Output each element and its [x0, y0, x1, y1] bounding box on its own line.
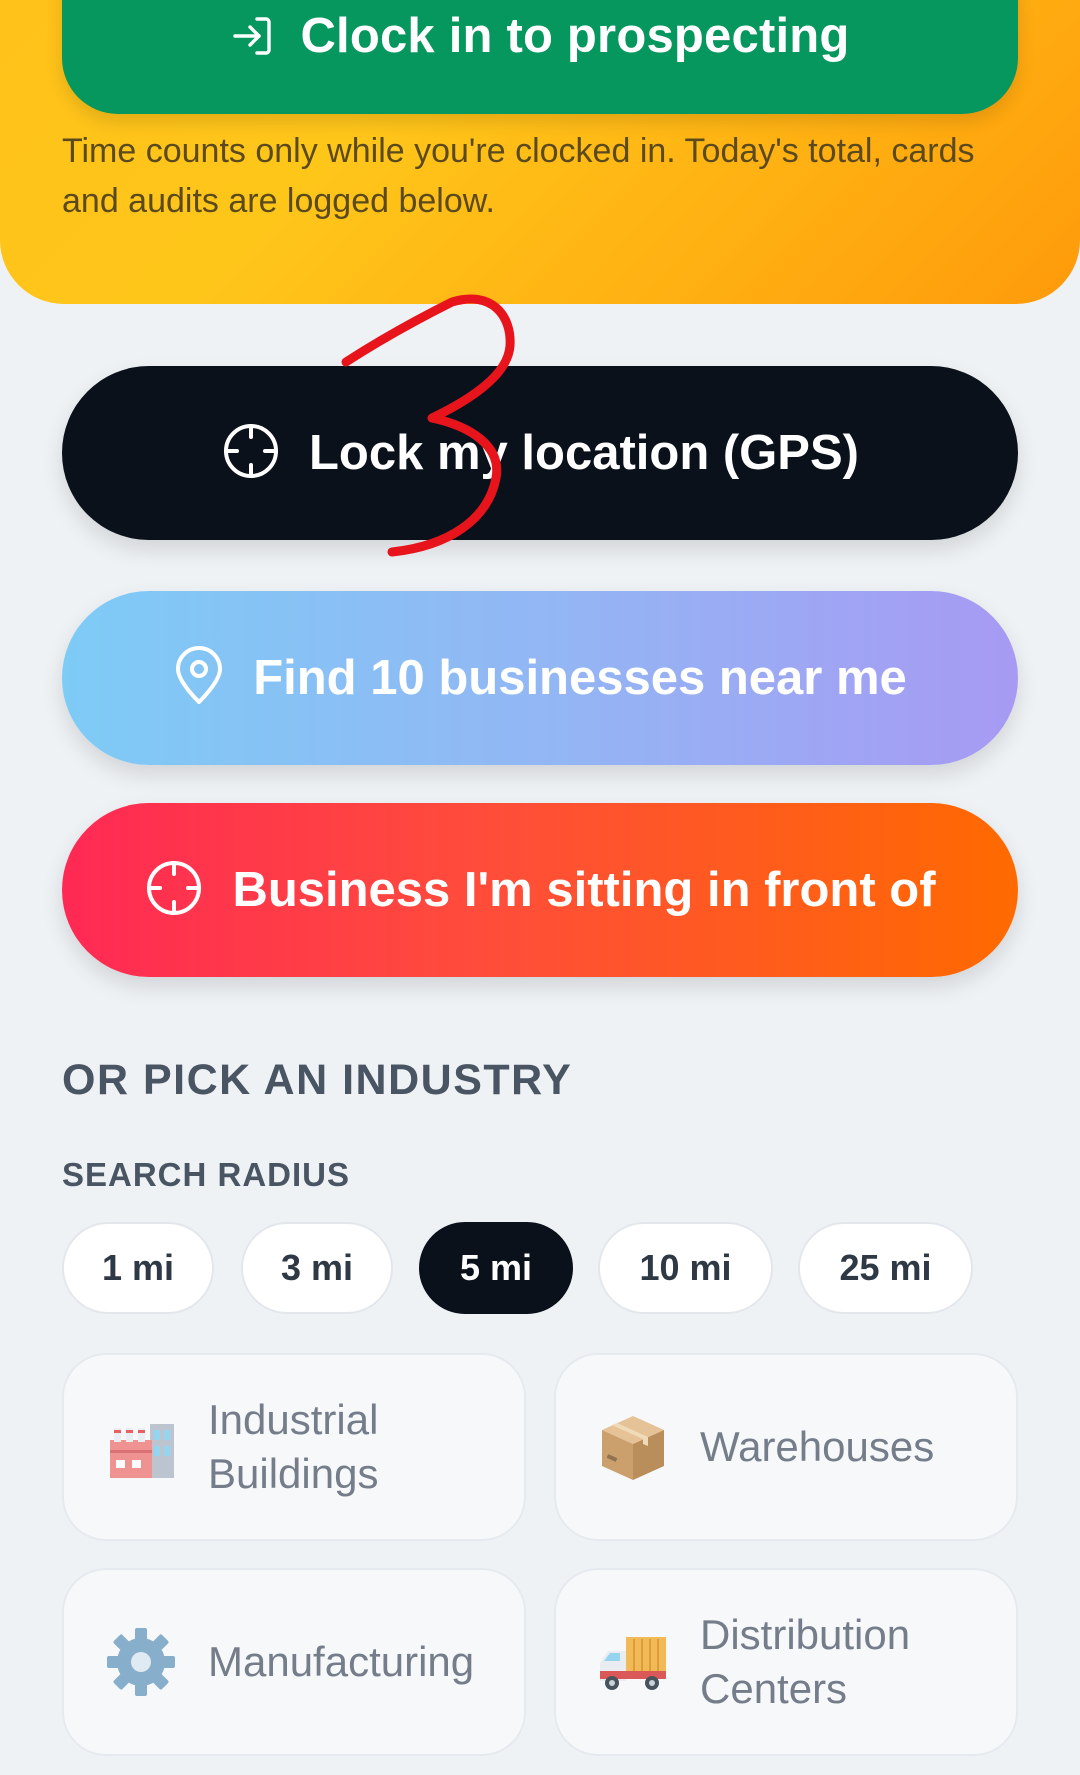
- radius-chip-1mi[interactable]: 1 mi: [62, 1222, 214, 1314]
- radius-chip-10mi[interactable]: 10 mi: [598, 1222, 773, 1314]
- find-nearby-label: Find 10 businesses near me: [253, 651, 907, 705]
- lock-location-button[interactable]: Lock my location (GPS): [62, 366, 1018, 540]
- delivery-truck-icon: [596, 1625, 670, 1699]
- industry-card-industrial-buildings[interactable]: Industrial Buildings: [62, 1353, 526, 1541]
- find-nearby-button[interactable]: Find 10 businesses near me: [62, 591, 1018, 765]
- gear-icon: [104, 1625, 178, 1699]
- industry-card-label: Industrial Buildings: [208, 1396, 379, 1497]
- radius-chip-3mi[interactable]: 3 mi: [241, 1222, 393, 1314]
- clock-in-button[interactable]: Clock in to prospecting: [62, 0, 1018, 114]
- lock-location-label: Lock my location (GPS): [309, 426, 859, 480]
- sign-in-icon: [230, 13, 276, 64]
- factory-icon: [104, 1410, 178, 1484]
- industry-card-label: Manufacturing: [208, 1638, 475, 1685]
- industry-card-label: Warehouses: [700, 1423, 935, 1470]
- search-radius-label: SEARCH RADIUS: [62, 1156, 351, 1193]
- radius-chip-5mi[interactable]: 5 mi: [419, 1222, 573, 1314]
- industry-card-warehouses[interactable]: Warehouses: [554, 1353, 1018, 1541]
- clock-in-note: Time counts only while you're clocked in…: [62, 132, 975, 220]
- industry-section-title: OR PICK AN INDUSTRY: [62, 1056, 573, 1104]
- clock-in-label: Clock in to prospecting: [300, 9, 850, 63]
- business-in-front-label: Business I'm sitting in front of: [232, 863, 936, 917]
- package-icon: [596, 1410, 670, 1484]
- industry-card-label: Distribution Centers: [700, 1611, 911, 1712]
- business-in-front-button[interactable]: Business I'm sitting in front of: [62, 803, 1018, 977]
- radius-chip-25mi[interactable]: 25 mi: [798, 1222, 973, 1314]
- industry-card-manufacturing[interactable]: Manufacturing: [62, 1568, 526, 1756]
- map-pin-icon: [173, 645, 225, 711]
- crosshair-icon: [221, 421, 281, 486]
- clock-in-panel: Clock in to prospecting Time counts only…: [0, 0, 1080, 304]
- industry-card-distribution-centers[interactable]: Distribution Centers: [554, 1568, 1018, 1756]
- crosshair-icon: [144, 858, 204, 923]
